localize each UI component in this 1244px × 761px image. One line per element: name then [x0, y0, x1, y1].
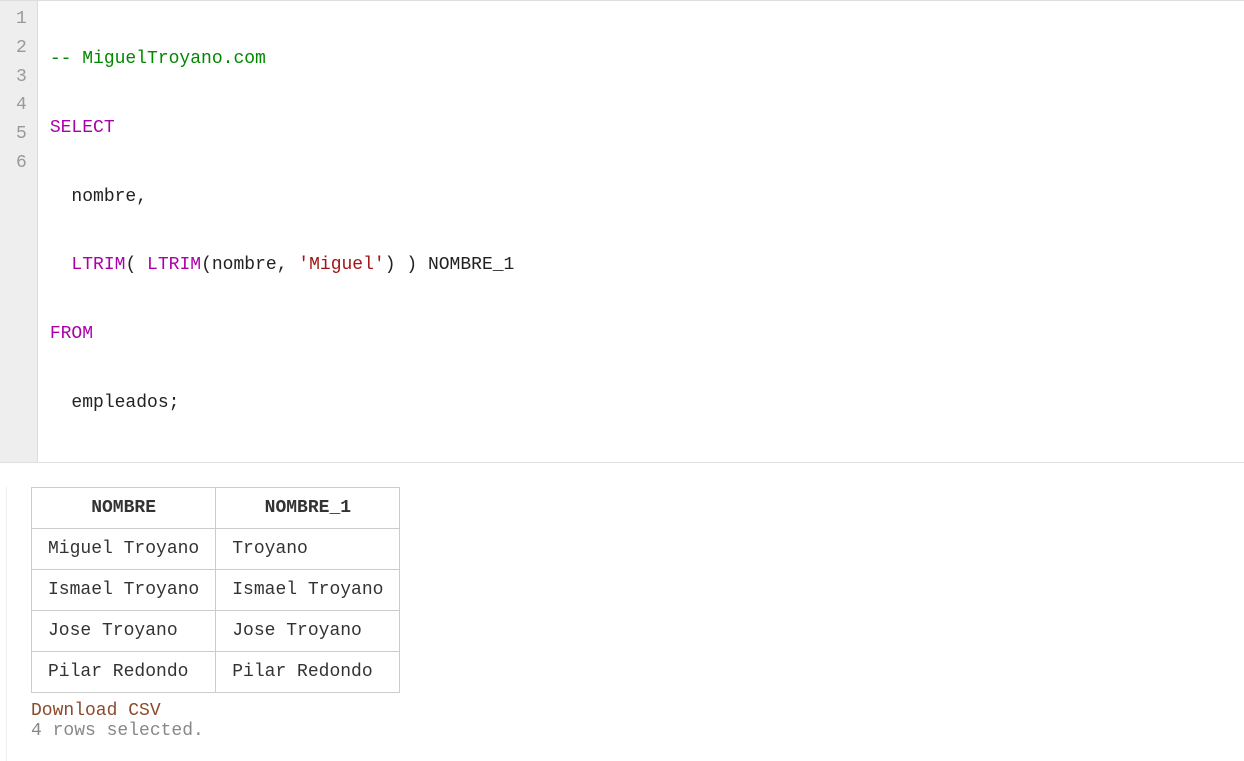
indent — [50, 187, 72, 207]
sql-comment: -- MiguelTroyano.com — [50, 49, 266, 69]
sql-alias: NOMBRE_1 — [417, 255, 514, 275]
sql-editor[interactable]: 1 2 3 4 5 6 -- MiguelTroyano.com SELECT … — [0, 0, 1244, 463]
table-row: Pilar Redondo Pilar Redondo — [32, 651, 400, 692]
comma: , — [136, 187, 147, 207]
sql-keyword-from: FROM — [50, 324, 93, 344]
sql-identifier: nombre — [212, 255, 277, 275]
code-line-1[interactable]: -- MiguelTroyano.com — [50, 45, 1232, 74]
line-number: 2 — [16, 34, 27, 63]
lparen: ( — [125, 255, 147, 275]
cell-nombre: Jose Troyano — [32, 610, 216, 651]
line-number: 6 — [16, 149, 27, 178]
table-row: Ismael Troyano Ismael Troyano — [32, 569, 400, 610]
indent — [50, 393, 72, 413]
indent — [50, 255, 72, 275]
semicolon: ; — [169, 393, 180, 413]
code-line-3[interactable]: nombre, — [50, 183, 1232, 212]
code-line-6[interactable]: empleados; — [50, 389, 1232, 418]
comma: , — [277, 255, 299, 275]
sql-string: 'Miguel' — [298, 255, 384, 275]
cell-nombre-1: Troyano — [216, 528, 400, 569]
results-table: NOMBRE NOMBRE_1 Miguel Troyano Troyano I… — [31, 487, 400, 693]
sql-keyword-select: SELECT — [50, 118, 115, 138]
line-number: 5 — [16, 120, 27, 149]
sql-identifier: nombre — [71, 187, 136, 207]
cell-nombre-1: Ismael Troyano — [216, 569, 400, 610]
rparen: ) — [396, 255, 418, 275]
line-number: 1 — [16, 5, 27, 34]
code-area[interactable]: -- MiguelTroyano.com SELECT nombre, LTRI… — [38, 1, 1244, 462]
sql-func-ltrim: LTRIM — [147, 255, 201, 275]
table-header-row: NOMBRE NOMBRE_1 — [32, 487, 400, 528]
cell-nombre: Ismael Troyano — [32, 569, 216, 610]
cell-nombre-1: Jose Troyano — [216, 610, 400, 651]
col-header-nombre: NOMBRE — [32, 487, 216, 528]
line-number: 3 — [16, 63, 27, 92]
cell-nombre: Miguel Troyano — [32, 528, 216, 569]
line-number: 4 — [16, 91, 27, 120]
download-csv-link[interactable]: Download CSV — [31, 701, 161, 721]
cell-nombre: Pilar Redondo — [32, 651, 216, 692]
results-panel: NOMBRE NOMBRE_1 Miguel Troyano Troyano I… — [6, 487, 1244, 761]
table-row: Jose Troyano Jose Troyano — [32, 610, 400, 651]
code-line-2[interactable]: SELECT — [50, 114, 1232, 143]
line-number-gutter: 1 2 3 4 5 6 — [0, 1, 38, 462]
rows-selected-status: 4 rows selected. — [31, 721, 1220, 741]
code-line-4[interactable]: LTRIM( LTRIM(nombre, 'Miguel') ) NOMBRE_… — [50, 251, 1232, 280]
col-header-nombre-1: NOMBRE_1 — [216, 487, 400, 528]
table-row: Miguel Troyano Troyano — [32, 528, 400, 569]
code-line-5[interactable]: FROM — [50, 320, 1232, 349]
lparen: ( — [201, 255, 212, 275]
sql-identifier: empleados — [71, 393, 168, 413]
cell-nombre-1: Pilar Redondo — [216, 651, 400, 692]
sql-func-ltrim: LTRIM — [71, 255, 125, 275]
rparen: ) — [385, 255, 396, 275]
